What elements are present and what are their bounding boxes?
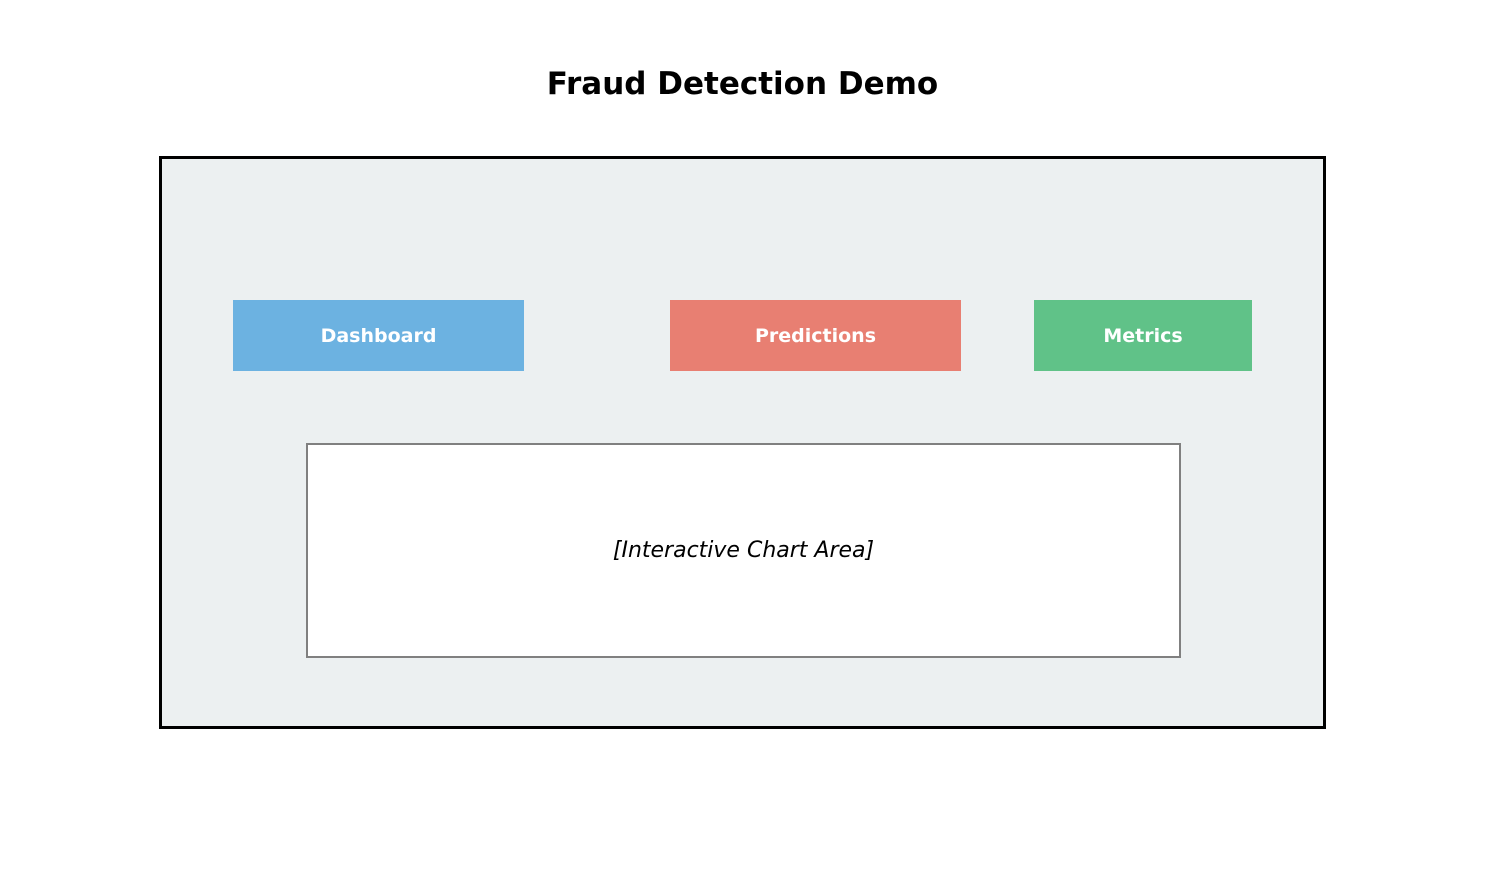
metrics-button[interactable]: Metrics [1034, 300, 1252, 371]
interactive-chart-area[interactable]: [Interactive Chart Area] [306, 443, 1181, 658]
predictions-button[interactable]: Predictions [670, 300, 961, 371]
dashboard-button[interactable]: Dashboard [233, 300, 524, 371]
chart-placeholder-text: [Interactive Chart Area] [612, 538, 875, 563]
page-title: Fraud Detection Demo [546, 66, 939, 102]
app-frame: Dashboard Predictions Metrics [Interacti… [159, 156, 1326, 729]
